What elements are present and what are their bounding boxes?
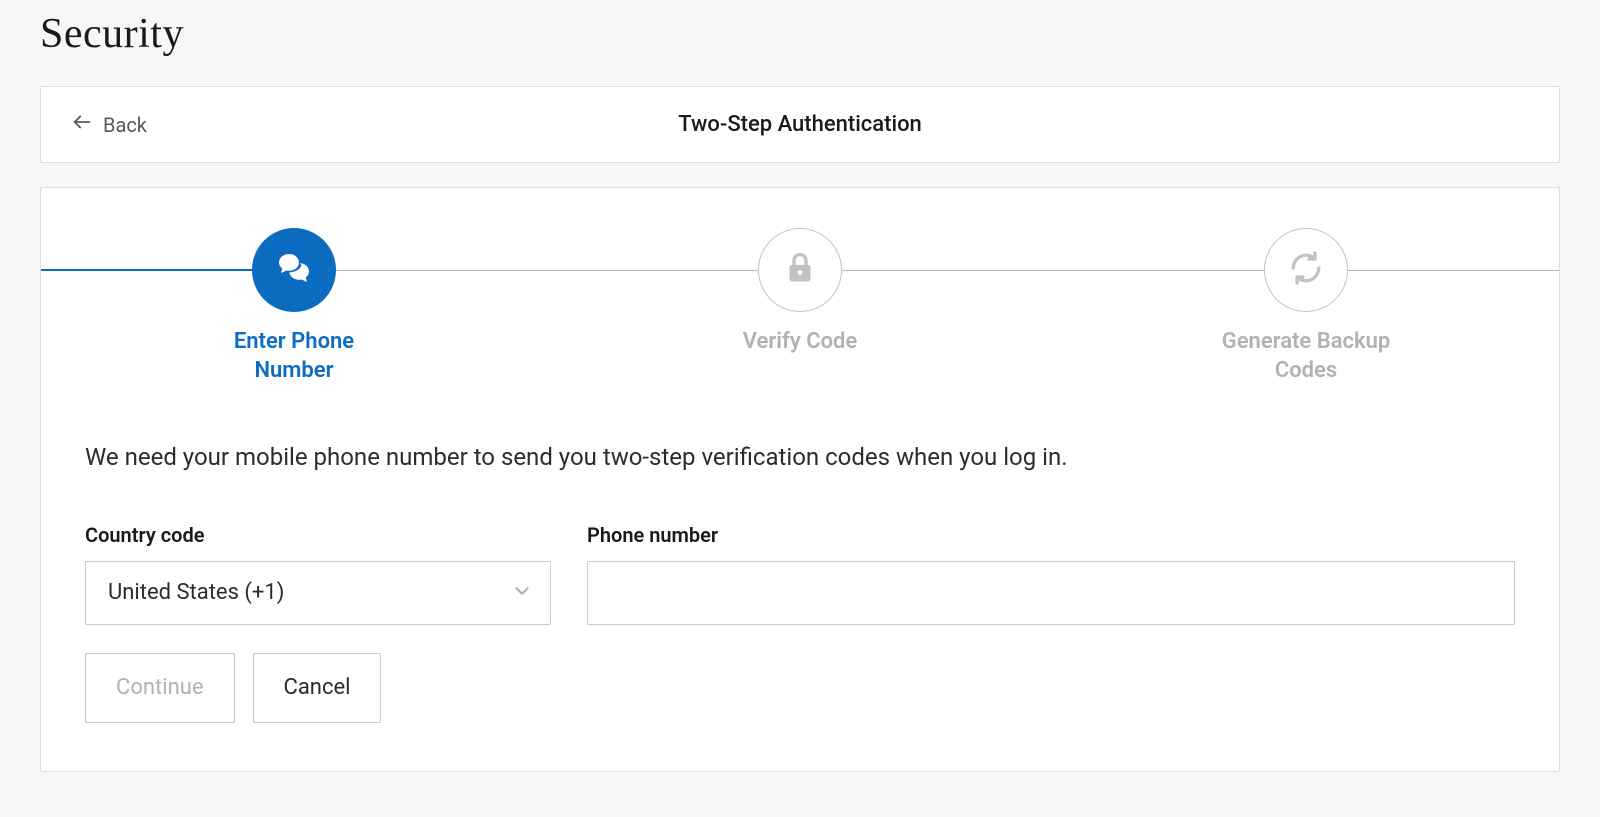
country-code-group: Country code United States (+1) bbox=[85, 523, 551, 625]
step-verify-code: Verify Code bbox=[700, 228, 900, 357]
back-label: Back bbox=[103, 113, 147, 137]
country-code-label: Country code bbox=[85, 523, 551, 547]
phone-number-input[interactable] bbox=[587, 561, 1515, 625]
back-button[interactable]: Back bbox=[71, 111, 147, 138]
button-row: Continue Cancel bbox=[85, 653, 1515, 723]
main-panel: Enter Phone Number Verify Code bbox=[40, 187, 1560, 772]
step-circle-2 bbox=[758, 228, 842, 312]
form-row: Country code United States (+1) Phone nu… bbox=[85, 523, 1515, 625]
step-label-1: Enter Phone Number bbox=[194, 328, 394, 385]
step-label-2: Verify Code bbox=[743, 328, 858, 357]
phone-number-group: Phone number bbox=[587, 523, 1515, 625]
country-code-select[interactable]: United States (+1) bbox=[85, 561, 551, 625]
chat-bubbles-icon bbox=[276, 250, 312, 290]
header-bar: Back Two-Step Authentication bbox=[40, 86, 1560, 163]
step-enter-phone: Enter Phone Number bbox=[194, 228, 394, 385]
instruction-text: We need your mobile phone number to send… bbox=[85, 441, 1515, 475]
step-circle-1 bbox=[252, 228, 336, 312]
step-backup-codes: Generate Backup Codes bbox=[1206, 228, 1406, 385]
step-circle-3 bbox=[1264, 228, 1348, 312]
header-title: Two-Step Authentication bbox=[678, 112, 922, 137]
continue-button[interactable]: Continue bbox=[85, 653, 235, 723]
country-code-value: United States (+1) bbox=[85, 561, 551, 625]
phone-number-label: Phone number bbox=[587, 523, 1515, 547]
arrow-left-icon bbox=[71, 111, 93, 138]
form-content: We need your mobile phone number to send… bbox=[41, 441, 1559, 723]
lock-icon bbox=[782, 250, 818, 290]
step-label-3: Generate Backup Codes bbox=[1206, 328, 1406, 385]
stepper: Enter Phone Number Verify Code bbox=[41, 228, 1559, 385]
refresh-icon bbox=[1288, 250, 1324, 290]
cancel-button[interactable]: Cancel bbox=[253, 653, 382, 723]
page-title: Security bbox=[40, 10, 1560, 58]
